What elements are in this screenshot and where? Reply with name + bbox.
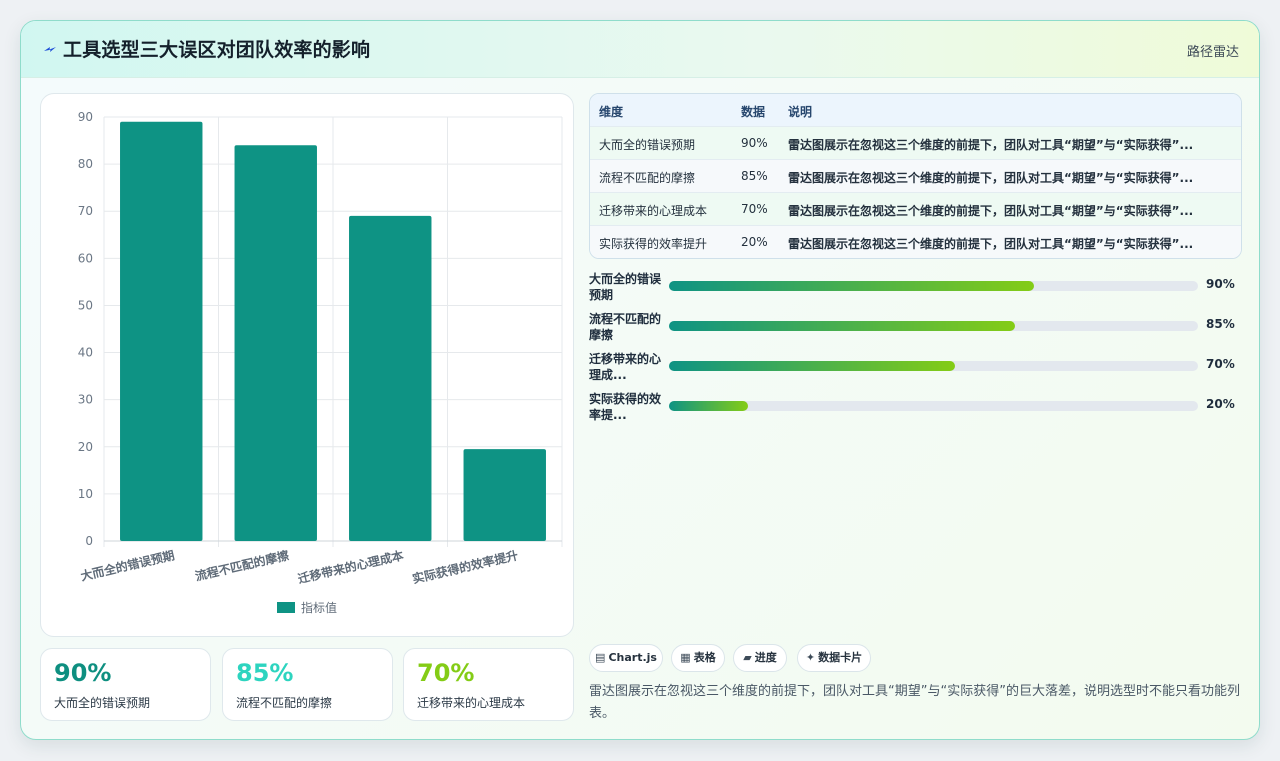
progress-track: [669, 401, 1198, 411]
progress-row-2: 流程不匹配的摩擦 85%: [589, 311, 1249, 347]
legend-swatch: [277, 602, 295, 613]
table-cell-dimension: 迁移带来的心理成本: [599, 204, 708, 218]
lightning-icon: [44, 47, 56, 52]
stat-card-1: 90% 大而全的错误预期: [40, 648, 211, 721]
chip-chartjs[interactable]: ▤ Chart.js: [589, 644, 663, 672]
table-cell-note: 雷达图展示在忽视这三个维度的前提下，团队对工具“期望”与“实际获得”...: [788, 237, 1194, 251]
progress-percent: 90%: [1206, 277, 1235, 291]
y-tick-label: 90: [78, 110, 93, 124]
table-header-note: 说明: [788, 105, 813, 119]
table-cell-data: 20%: [741, 235, 768, 249]
progress-label: 迁移带来的心理成...: [589, 352, 662, 382]
chip-label: 表格: [693, 651, 716, 664]
table-cell-data: 70%: [741, 202, 768, 216]
table-cell-note: 雷达图展示在忽视这三个维度的前提下，团队对工具“期望”与“实际获得”...: [788, 138, 1194, 152]
progress-row-3: 迁移带来的心理成... 70%: [589, 351, 1249, 387]
table-cell-dimension: 流程不匹配的摩擦: [599, 171, 696, 185]
progress-fill: [669, 361, 955, 371]
progress-percent: 85%: [1206, 317, 1235, 331]
stat-label: 大而全的错误预期: [54, 696, 151, 710]
header-right-label: 路径雷达: [1186, 45, 1239, 60]
chart-icon: ▤: [595, 651, 606, 664]
x-tick-label: 迁移带来的心理成本: [296, 547, 405, 586]
progress-track: [669, 361, 1198, 371]
x-tick-label: 大而全的错误预期: [79, 547, 176, 583]
progress-fill: [669, 401, 749, 411]
chip-label: Chart.js: [608, 651, 657, 664]
y-tick-label: 50: [78, 298, 93, 312]
progress-row-4: 实际获得的效率提... 20%: [589, 391, 1249, 427]
stat-value: 85%: [236, 659, 294, 687]
y-tick-label: 40: [78, 346, 93, 360]
stat-value: 90%: [54, 659, 112, 687]
stat-label: 流程不匹配的摩擦: [236, 696, 333, 710]
y-tick-label: 20: [78, 440, 93, 454]
chip-data-card[interactable]: ✦ 数据卡片: [797, 644, 871, 672]
progress-track: [669, 321, 1198, 331]
table-cell-note: 雷达图展示在忽视这三个维度的前提下，团队对工具“期望”与“实际获得”...: [788, 204, 1194, 218]
stat-value: 70%: [417, 659, 475, 687]
table-row: 流程不匹配的摩擦 85% 雷达图展示在忽视这三个维度的前提下，团队对工具“期望”…: [590, 159, 1241, 193]
stat-card-2: 85% 流程不匹配的摩擦: [222, 648, 393, 721]
y-tick-label: 60: [78, 251, 93, 265]
x-tick-label: 实际获得的效率提升: [411, 547, 520, 586]
table-icon: ▦: [680, 651, 691, 664]
chip-label: 数据卡片: [818, 651, 863, 664]
progress-label: 大而全的错误预期: [589, 272, 662, 302]
progress-fill: [669, 321, 1016, 331]
table-header-dimension: 维度: [599, 105, 624, 119]
x-tick-label: 流程不匹配的摩擦: [193, 547, 290, 583]
description-text: 雷达图展示在忽视这三个维度的前提下，团队对工具“期望”与“实际获得”的巨大落差，…: [589, 684, 1240, 721]
progress-label: 实际获得的效率提...: [589, 392, 662, 422]
bar: [120, 121, 203, 541]
chip-progress[interactable]: ▰ 进度: [733, 644, 787, 672]
table-cell-note: 雷达图展示在忽视这三个维度的前提下，团队对工具“期望”与“实际获得”...: [788, 171, 1194, 185]
table-cell-dimension: 实际获得的效率提升: [599, 237, 708, 251]
y-tick-label: 10: [78, 487, 93, 501]
progress-track: [669, 281, 1198, 291]
sparkle-icon: ✦: [805, 651, 816, 664]
progress-icon: ▰: [743, 651, 752, 664]
table-header-data: 数据: [741, 105, 766, 119]
table-row: 迁移带来的心理成本 70% 雷达图展示在忽视这三个维度的前提下，团队对工具“期望…: [590, 192, 1241, 226]
table-cell-dimension: 大而全的错误预期: [599, 138, 696, 152]
stat-label: 迁移带来的心理成本: [417, 696, 526, 710]
table-cell-data: 85%: [741, 169, 768, 183]
y-tick-label: 80: [78, 157, 93, 171]
table-cell-data: 90%: [741, 136, 768, 150]
stat-card-3: 70% 迁移带来的心理成本: [403, 648, 574, 721]
bar: [349, 215, 432, 541]
bar: [234, 145, 317, 541]
progress-label: 流程不匹配的摩擦: [589, 312, 662, 342]
progress-percent: 70%: [1206, 357, 1235, 371]
table-row: 大而全的错误预期 90% 雷达图展示在忽视这三个维度的前提下，团队对工具“期望”…: [590, 126, 1241, 160]
bar: [463, 449, 546, 541]
table-header-row: 维度 数据 说明: [590, 94, 1241, 126]
table-row: 实际获得的效率提升 20% 雷达图展示在忽视这三个维度的前提下，团队对工具“期望…: [590, 225, 1241, 258]
y-tick-label: 70: [78, 204, 93, 218]
page-title: 工具选型三大误区对团队效率的影响: [63, 39, 371, 61]
y-tick-label: 30: [78, 393, 93, 407]
data-table: 维度 数据 说明 大而全的错误预期 90% 雷达图展示在忽视这三个维度的前提下，…: [589, 93, 1242, 259]
chip-label: 进度: [754, 651, 777, 664]
chip-table[interactable]: ▦ 表格: [671, 644, 725, 672]
y-tick-label: 0: [85, 534, 93, 548]
bar-chart-panel: 0 10 20 30 40 50 60 70 80 90 大而全的错误预期 流程不匹配的摩擦 迁移带来的…: [40, 93, 574, 637]
legend-label: 指标值: [301, 600, 337, 615]
progress-fill: [669, 281, 1034, 291]
bar-chart: 0 10 20 30 40 50 60 70 80 90 大而全的错误预期 流程不匹配的摩擦 迁移带来的…: [78, 110, 563, 615]
card-header: 工具选型三大误区对团队效率的影响 路径雷达: [21, 21, 1259, 78]
progress-percent: 20%: [1206, 397, 1235, 411]
main-card: 工具选型三大误区对团队效率的影响 路径雷达 0 10 20 30 40 50 60 70 80 9…: [20, 20, 1260, 740]
progress-row-1: 大而全的错误预期 90%: [589, 271, 1249, 307]
